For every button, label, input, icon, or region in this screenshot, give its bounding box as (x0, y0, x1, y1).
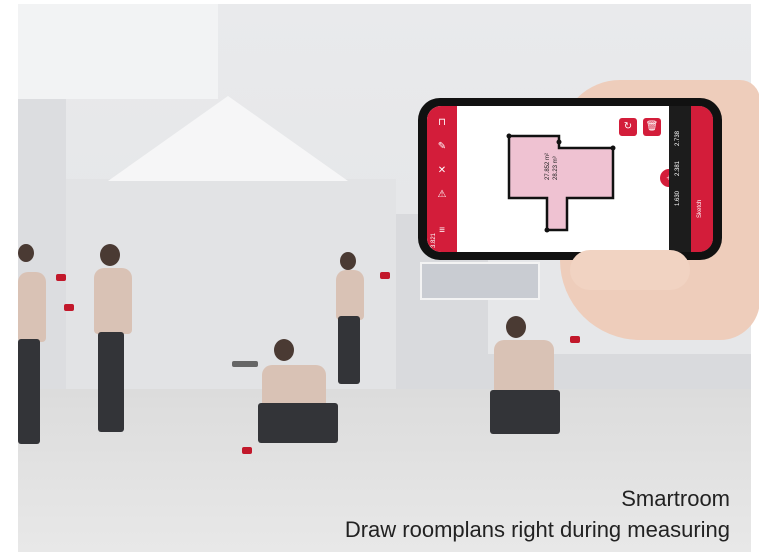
ceiling (18, 4, 218, 99)
corner-handle (556, 139, 562, 145)
person-measuring-2 (68, 244, 138, 444)
thumb (570, 250, 690, 290)
sketch-label[interactable]: Sketch (697, 200, 703, 218)
gable-recess (108, 96, 348, 181)
right-panel-accent (691, 106, 713, 252)
floor-plan-sketch: 27.852 m² 28.23 m³ (506, 133, 616, 233)
phone-screen: ⊓ ✎ ✕ ⚠ ≡ 27.852 m² 28.23 m³ ↻ 🗑 + 2.738 (427, 106, 713, 252)
bracket-icon[interactable]: ⊓ (435, 116, 449, 130)
caption-title: Smartroom (621, 486, 730, 511)
volume-label: 28.23 m³ (553, 156, 559, 180)
caption-subtitle: Draw roomplans right during measuring (344, 517, 730, 542)
left-toolbar: ⊓ ✎ ✕ ⚠ ≡ (427, 106, 457, 252)
pen-icon[interactable]: ✎ (435, 140, 449, 154)
bottom-value: 3.821 (431, 232, 437, 248)
person-crouching (234, 339, 354, 469)
right-value-2: 2.381 (675, 160, 681, 176)
window (420, 262, 540, 300)
area-label: 27.852 m² (545, 153, 551, 180)
corner-handle (544, 227, 550, 233)
right-value-1: 2.738 (675, 130, 681, 146)
person-crouching-right (470, 316, 580, 456)
delete-icon[interactable]: ✕ (435, 164, 449, 178)
list-icon[interactable]: ≡ (435, 224, 449, 238)
corner-handle (610, 145, 616, 151)
person-measuring-1 (18, 244, 74, 454)
trash-icon[interactable]: 🗑 (643, 118, 661, 136)
smartphone: ⊓ ✎ ✕ ⚠ ≡ 27.852 m² 28.23 m³ ↻ 🗑 + 2.738 (418, 98, 722, 260)
redo-icon[interactable]: ↻ (619, 118, 637, 136)
right-value-3: 1.630 (675, 190, 681, 206)
room-shape (507, 134, 615, 232)
right-panel: 2.738 2.381 1.630 Sketch (669, 106, 713, 252)
warning-icon[interactable]: ⚠ (435, 188, 449, 202)
corner-handle (506, 133, 512, 139)
